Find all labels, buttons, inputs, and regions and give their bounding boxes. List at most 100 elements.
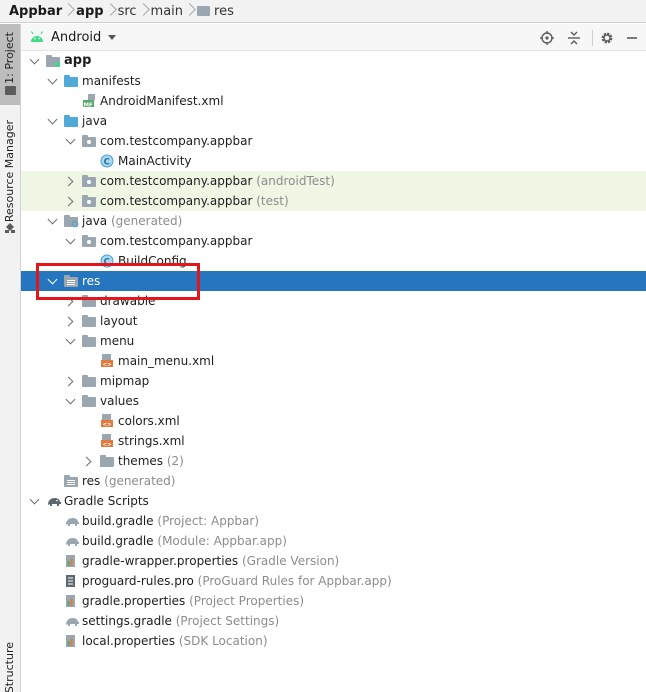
breadcrumb-res[interactable]: res xyxy=(197,4,234,19)
folder-icon xyxy=(82,314,97,328)
tree-node-main-activity[interactable]: C MainActivity xyxy=(21,151,646,171)
structure-tab-label: Structure xyxy=(3,642,16,692)
svg-text:MF: MF xyxy=(84,102,93,108)
gradle-file-icon xyxy=(64,514,79,528)
chevron-down-icon[interactable] xyxy=(65,236,75,246)
tree-label: colors.xml xyxy=(118,414,180,428)
left-tool-stripe: 1: Project Resource Manager Structure xyxy=(0,24,21,692)
chevron-right-icon[interactable] xyxy=(65,196,75,206)
tree-node-package-main[interactable]: com.testcompany.appbar xyxy=(21,131,646,151)
resource-manager-tab-label: Resource Manager xyxy=(3,120,16,223)
tree-label: proguard-rules.pro (ProGuard Rules for A… xyxy=(82,574,392,588)
text-file-icon xyxy=(64,574,79,588)
structure-tool-tab[interactable]: Structure xyxy=(0,636,20,692)
breadcrumb-src[interactable]: src xyxy=(118,4,137,19)
chevron-down-icon[interactable] xyxy=(108,34,117,40)
xml-file-icon: <> xyxy=(100,434,115,448)
tree-label: Gradle Scripts xyxy=(64,494,149,508)
svg-text:<>: <> xyxy=(102,442,112,448)
tree-label: layout xyxy=(100,314,138,328)
properties-file-icon xyxy=(64,634,79,648)
tree-node-values[interactable]: values xyxy=(21,391,646,411)
chevron-down-icon[interactable] xyxy=(65,336,75,346)
gradle-elephant-icon xyxy=(46,494,61,508)
locate-file-button[interactable] xyxy=(537,28,557,48)
collapse-all-button[interactable] xyxy=(564,28,584,48)
chevron-down-icon[interactable] xyxy=(29,496,39,506)
chevron-down-icon[interactable] xyxy=(65,136,75,146)
project-tool-tab[interactable]: 1: Project xyxy=(0,24,20,105)
breadcrumb-main[interactable]: main xyxy=(151,4,183,19)
tree-label: mipmap xyxy=(100,374,150,388)
project-tool-window-header: Android xyxy=(21,24,646,51)
tree-label: com.testcompany.appbar xyxy=(100,234,253,248)
android-icon xyxy=(30,31,44,42)
chevron-down-icon[interactable] xyxy=(47,116,57,126)
chevron-right-icon[interactable] xyxy=(65,316,75,326)
tree-node-gradle-wrapper-properties[interactable]: gradle-wrapper.properties (Gradle Versio… xyxy=(21,551,646,571)
tree-node-colors-xml[interactable]: <> colors.xml xyxy=(21,411,646,431)
tree-node-menu[interactable]: menu xyxy=(21,331,646,351)
gear-icon xyxy=(601,32,613,44)
tree-label: manifests xyxy=(82,74,141,88)
source-folder-icon xyxy=(64,114,79,128)
folder-icon xyxy=(64,74,79,88)
breadcrumb-separator xyxy=(137,0,151,23)
tree-node-layout[interactable]: layout xyxy=(21,311,646,331)
tree-node-manifests[interactable]: manifests xyxy=(21,71,646,91)
gradle-file-icon xyxy=(64,614,79,628)
settings-button[interactable] xyxy=(597,28,617,48)
tree-node-mipmap[interactable]: mipmap xyxy=(21,371,646,391)
tree-label: values xyxy=(100,394,140,408)
manifest-file-icon: MF xyxy=(82,94,97,108)
chevron-right-icon[interactable] xyxy=(65,176,75,186)
chevron-down-icon[interactable] xyxy=(47,216,57,226)
tree-label: com.testcompany.appbar (androidTest) xyxy=(100,174,335,188)
chevron-right-icon[interactable] xyxy=(65,376,75,386)
tree-node-gradle-scripts[interactable]: Gradle Scripts xyxy=(21,491,646,511)
tree-node-gradle-properties[interactable]: gradle.properties (Project Properties) xyxy=(21,591,646,611)
breadcrumb-res-label: res xyxy=(214,3,234,19)
folder-icon xyxy=(100,454,115,468)
resource-manager-icon xyxy=(5,223,15,233)
tree-label: gradle-wrapper.properties (Gradle Versio… xyxy=(82,554,340,568)
tree-node-package-test[interactable]: com.testcompany.appbar (test) xyxy=(21,191,646,211)
tree-label: gradle.properties (Project Properties) xyxy=(82,594,305,608)
tree-label: themes (2) xyxy=(118,454,184,468)
tree-label: res (generated) xyxy=(82,474,176,488)
tree-node-main-menu-xml[interactable]: <> main_menu.xml xyxy=(21,351,646,371)
tree-node-proguard-rules[interactable]: proguard-rules.pro (ProGuard Rules for A… xyxy=(21,571,646,591)
breadcrumb-app[interactable]: app xyxy=(76,4,103,19)
breadcrumb-appbar[interactable]: Appbar xyxy=(9,4,62,19)
tree-node-strings-xml[interactable]: <> strings.xml xyxy=(21,431,646,451)
tree-node-themes[interactable]: themes (2) xyxy=(21,451,646,471)
view-mode-selector[interactable]: Android xyxy=(51,30,101,45)
svg-text:C: C xyxy=(104,157,110,167)
tree-node-res-generated[interactable]: res (generated) xyxy=(21,471,646,491)
breadcrumb-separator xyxy=(62,0,76,23)
tree-node-android-manifest[interactable]: MF AndroidManifest.xml xyxy=(21,91,646,111)
tree-node-app[interactable]: app xyxy=(21,51,646,71)
tree-node-build-gradle-module[interactable]: build.gradle (Module: Appbar.app) xyxy=(21,531,646,551)
chevron-down-icon[interactable] xyxy=(29,56,39,66)
tree-node-java[interactable]: java xyxy=(21,111,646,131)
tree-node-java-generated[interactable]: java (generated) xyxy=(21,211,646,231)
tree-label: main_menu.xml xyxy=(118,354,215,368)
tree-node-build-gradle-project[interactable]: build.gradle (Project: Appbar) xyxy=(21,511,646,531)
tree-node-package-android-test[interactable]: com.testcompany.appbar (androidTest) xyxy=(21,171,646,191)
crosshair-icon xyxy=(540,31,554,45)
xml-file-icon: <> xyxy=(100,354,115,368)
tree-node-settings-gradle[interactable]: settings.gradle (Project Settings) xyxy=(21,611,646,631)
chevron-down-icon[interactable] xyxy=(47,76,57,86)
tree-node-local-properties[interactable]: local.properties (SDK Location) xyxy=(21,631,646,651)
chevron-right-icon[interactable] xyxy=(83,456,93,466)
tree-label: java xyxy=(82,114,108,128)
resource-manager-tool-tab[interactable]: Resource Manager xyxy=(0,116,20,236)
tree-label: java (generated) xyxy=(82,214,183,228)
tree-node-package-generated[interactable]: com.testcompany.appbar xyxy=(21,231,646,251)
hide-tool-window-button[interactable] xyxy=(622,28,642,48)
chevron-down-icon[interactable] xyxy=(65,396,75,406)
module-folder-icon xyxy=(46,54,61,68)
tree-label: MainActivity xyxy=(118,154,192,168)
package-icon xyxy=(82,234,97,248)
